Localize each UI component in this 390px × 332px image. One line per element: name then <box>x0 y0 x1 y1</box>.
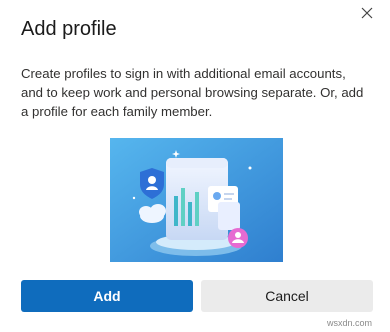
add-profile-dialog: Add profile Create profiles to sign in w… <box>0 0 390 332</box>
dialog-description: Create profiles to sign in with addition… <box>21 66 364 119</box>
cancel-button[interactable]: Cancel <box>201 280 373 312</box>
close-icon <box>361 7 373 19</box>
profile-illustration <box>110 138 283 262</box>
dialog-title: Add profile <box>21 18 117 40</box>
watermark: wsxdn.com <box>327 318 373 328</box>
add-button[interactable]: Add <box>21 280 193 312</box>
close-button[interactable] <box>356 2 378 24</box>
